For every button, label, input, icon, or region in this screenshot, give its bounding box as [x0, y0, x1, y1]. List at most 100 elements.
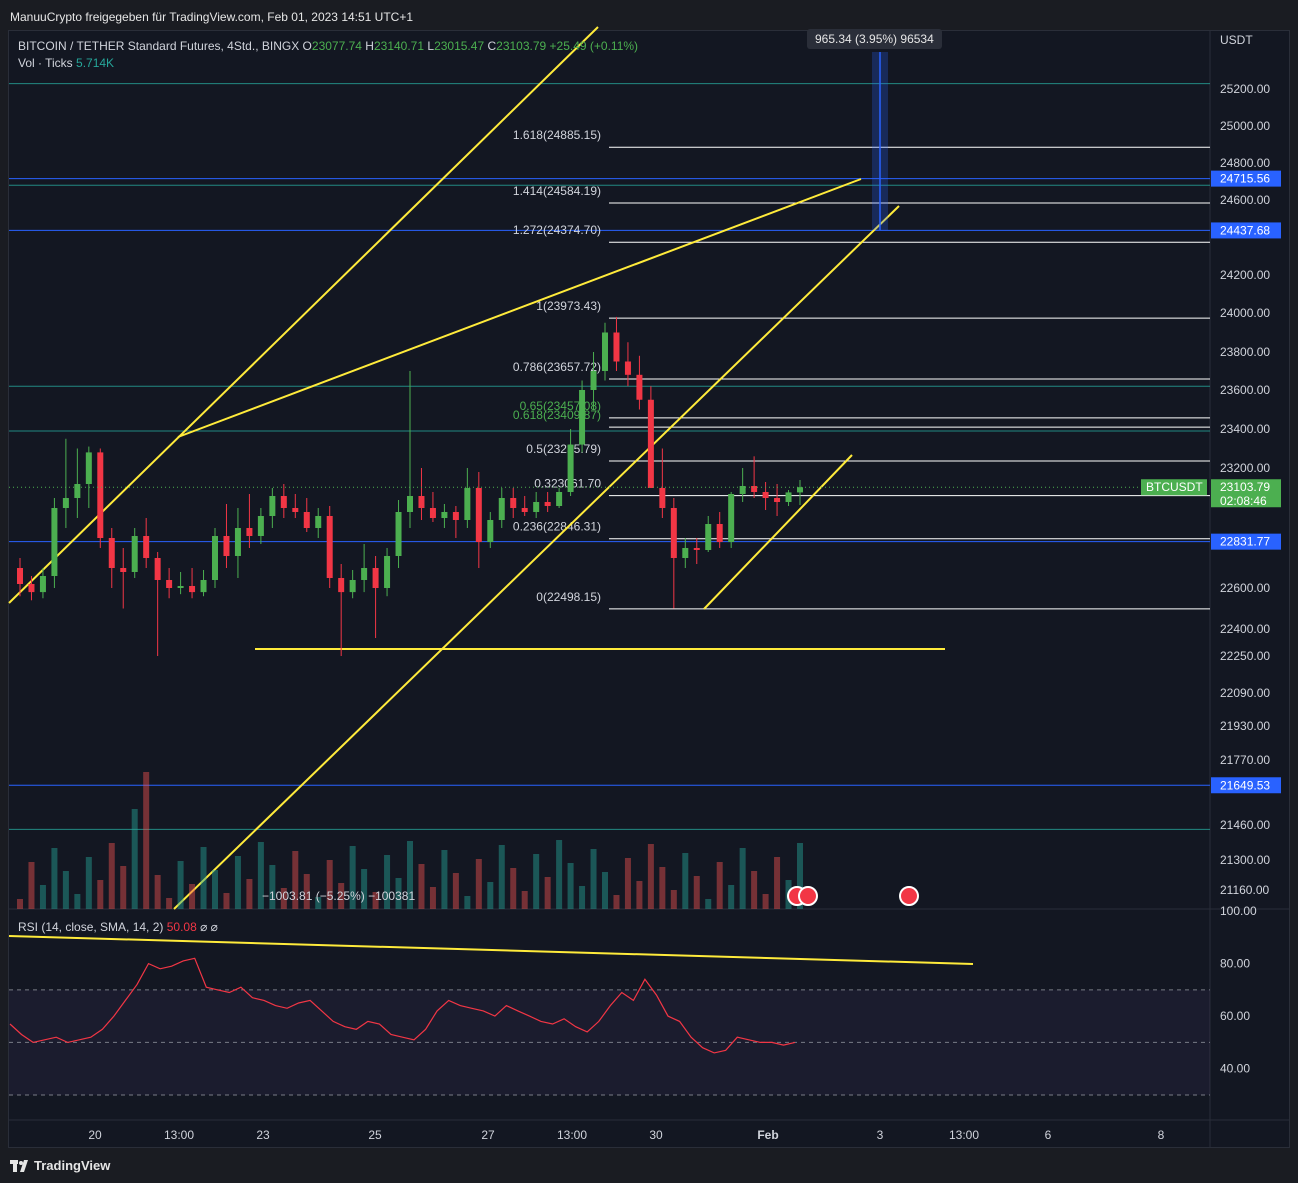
- volume-bar: [418, 864, 425, 909]
- volume-bar: [567, 863, 574, 909]
- candle-body: [349, 580, 356, 593]
- candle-body: [395, 512, 402, 556]
- volume-bar: [154, 875, 161, 909]
- y-axis-unit: USDT: [1220, 33, 1253, 47]
- volume-bar: [39, 885, 46, 909]
- symbol-title[interactable]: BITCOIN / TETHER Standard Futures, 4Std.…: [18, 39, 299, 53]
- y-tick-label: 21770.00: [1220, 753, 1270, 767]
- volume-bar: [590, 849, 597, 909]
- x-tick-label: 3: [877, 1128, 884, 1142]
- price-tag-label: 22831.77: [1220, 535, 1270, 549]
- volume-bar: [120, 866, 127, 909]
- low-value: 23015.47: [434, 39, 485, 53]
- volume-bar: [579, 886, 586, 909]
- candle-body: [705, 524, 712, 550]
- candle-body: [292, 508, 299, 512]
- fib-level-label: 1(23973.43): [536, 299, 601, 313]
- y-tick-label: 23800.00: [1220, 345, 1270, 359]
- volume-bar: [452, 873, 459, 909]
- volume-label[interactable]: Vol · Ticks: [18, 56, 73, 70]
- rsi-label[interactable]: RSI (14, close, SMA, 14, 2): [18, 920, 163, 934]
- y-tick-label: 21300.00: [1220, 853, 1270, 867]
- y-tick-label: 21460.00: [1220, 818, 1270, 832]
- volume-bar: [234, 856, 241, 909]
- volume-bar: [475, 859, 482, 909]
- candle-body: [338, 578, 345, 593]
- volume-bar: [166, 898, 173, 909]
- x-tick-label: 6: [1045, 1128, 1052, 1142]
- y-tick-label: 21930.00: [1220, 719, 1270, 733]
- close-value: 23103.79: [496, 39, 547, 53]
- y-tick-label: 22090.00: [1220, 686, 1270, 700]
- volume-bar: [556, 840, 563, 909]
- candle-body: [636, 374, 643, 400]
- x-tick-label: 27: [481, 1128, 495, 1142]
- candle-body: [751, 486, 758, 492]
- volume-bar: [28, 862, 35, 909]
- fib-level-label: 0.618(23409.87): [513, 408, 601, 422]
- symbol-tag-label: BTCUSDT: [1146, 480, 1203, 494]
- candle-body: [120, 568, 127, 572]
- high-value: 23140.71: [373, 39, 425, 53]
- candle-body: [303, 512, 310, 528]
- y-tick-label: 22250.00: [1220, 649, 1270, 663]
- volume-bar: [97, 880, 104, 909]
- candle-body: [177, 586, 184, 588]
- candle-body: [74, 484, 81, 498]
- y-tick-label: 24800.00: [1220, 156, 1270, 170]
- footer-bar: [0, 1148, 1298, 1183]
- candle-body: [785, 492, 792, 502]
- rsi-tick-label: 60.00: [1220, 1009, 1250, 1023]
- volume-bar: [647, 844, 654, 909]
- chart-canvas[interactable]: USDT 25200.00 25000.00 24800.00 24600.00 2420…: [0, 0, 1298, 1183]
- rsi-tick-label: 100.00: [1220, 904, 1257, 918]
- volume-bar: [246, 879, 253, 909]
- close-label: C: [487, 39, 497, 53]
- volume-bar: [487, 882, 494, 909]
- y-tick-label: 23600.00: [1220, 383, 1270, 397]
- rsi-tick-label: 80.00: [1220, 957, 1250, 971]
- candle-body: [682, 548, 689, 558]
- volume-bar: [716, 862, 723, 909]
- volume-bar: [533, 854, 540, 909]
- y-tick-label: 23200.00: [1220, 461, 1270, 475]
- volume-bar: [143, 772, 150, 909]
- volume-bar: [728, 885, 735, 909]
- fib-level-label: 0.236(22846.31): [513, 520, 601, 534]
- volume-bar: [108, 843, 115, 909]
- y-tick-label: 22400.00: [1220, 622, 1270, 636]
- y-tick-label: 24000.00: [1220, 306, 1270, 320]
- volume-bar: [659, 867, 666, 909]
- candle-body: [166, 580, 173, 588]
- volume-bar: [636, 881, 643, 909]
- x-tick-label: 13:00: [557, 1128, 587, 1142]
- rsi-value: 50.08: [166, 920, 197, 934]
- candle-body: [97, 452, 104, 538]
- candle-body: [39, 576, 46, 593]
- x-tick-label: 23: [256, 1128, 270, 1142]
- measure-box: 965.34 (3.95%) 96534: [807, 29, 942, 49]
- candle-body: [212, 536, 218, 580]
- measure-down-label: −1003.81 (−5.25%) −100381: [262, 889, 415, 903]
- volume-bar: [51, 848, 58, 909]
- y-tick-label: 25200.00: [1220, 82, 1270, 96]
- trend-line: [8, 935, 974, 965]
- fib-level-label: 1.272(24374.70): [513, 223, 601, 237]
- open-label: O: [302, 39, 312, 53]
- candle-body: [108, 538, 115, 568]
- candle-body: [498, 498, 505, 520]
- x-tick-label: 13:00: [949, 1128, 979, 1142]
- candle-body: [774, 498, 781, 502]
- volume-bar: [544, 877, 551, 909]
- tradingview-logo[interactable]: TradingView: [10, 1158, 110, 1173]
- x-tick-label: 8: [1158, 1128, 1165, 1142]
- candle-body: [269, 496, 276, 516]
- candle-body: [85, 452, 92, 484]
- chart-legend: BITCOIN / TETHER Standard Futures, 4Std.…: [18, 38, 638, 72]
- volume-bar: [189, 884, 196, 909]
- candle-body: [602, 332, 608, 371]
- fib-level-label: 0(22498.15): [536, 590, 601, 604]
- high-label: H: [365, 39, 374, 53]
- volume-value: 5.714K: [76, 56, 115, 70]
- candle-body: [670, 508, 677, 558]
